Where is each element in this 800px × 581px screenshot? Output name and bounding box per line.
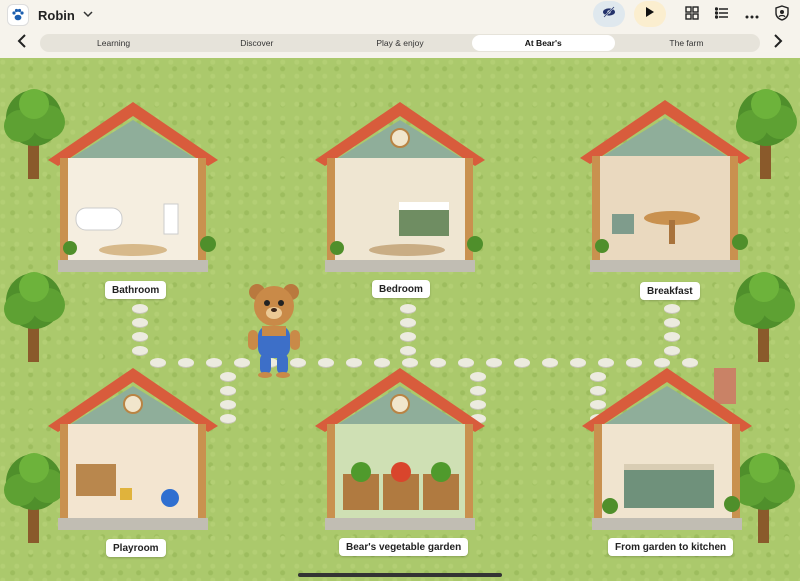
tab-the-farm[interactable]: The farm [615,35,758,51]
vegetable-garden-house[interactable] [307,364,493,534]
category-tabs: Learning Discover Play & enjoy At Bear's… [40,34,760,52]
stepping-stone [514,358,530,367]
top-bar: Robin Learning Discover Play & enjoy At … [0,0,800,58]
room-label-bathroom[interactable]: Bathroom [105,281,167,299]
stepping-stone [132,318,148,327]
garden-to-kitchen-house[interactable] [574,364,760,534]
tree-icon [0,265,70,365]
room-label-playroom[interactable]: Playroom [106,539,166,557]
stepping-stone [664,346,680,355]
stepping-stone [664,318,680,327]
room-label-garden-to-kitchen[interactable]: From garden to kitchen [608,538,734,556]
stepping-stone [400,304,416,313]
stepping-stone [664,304,680,313]
stepping-stone [542,358,558,367]
stepping-stone [132,304,148,313]
chevron-right-icon [773,33,783,53]
chevron-left-icon [17,33,27,53]
eye-slash-icon [602,5,616,23]
bathroom-house[interactable] [40,98,226,276]
tab-play-and-enjoy[interactable]: Play & enjoy [328,35,471,51]
chevron-down-icon [83,10,93,21]
play-icon [645,5,655,23]
next-tab-button[interactable] [770,33,786,53]
tab-learning[interactable]: Learning [42,35,185,51]
tab-discover[interactable]: Discover [185,35,328,51]
stepping-stone [664,332,680,341]
list-icon [714,6,729,24]
profile-switcher[interactable]: Robin [8,4,93,26]
previous-tab-button[interactable] [14,33,30,53]
list-view-button[interactable] [714,4,730,26]
shield-icon [775,4,789,26]
room-label-vegetable-garden[interactable]: Bear's vegetable garden [339,538,469,556]
more-button[interactable] [744,4,760,26]
play-button[interactable] [634,1,666,27]
room-label-breakfast[interactable]: Breakfast [640,282,700,300]
playroom-house[interactable] [40,364,226,534]
profile-name: Robin [38,7,75,23]
room-label-bedroom[interactable]: Bedroom [372,280,430,298]
parental-lock-button[interactable] [774,4,790,26]
breakfast-house[interactable] [572,96,758,276]
home-indicator[interactable] [298,573,502,577]
stepping-stone [400,332,416,341]
tree-icon [730,265,800,365]
stepping-stone [400,346,416,355]
stepping-stone [132,332,148,341]
bedroom-house[interactable] [307,98,493,276]
more-icon [745,6,759,24]
hide-button[interactable] [593,1,625,27]
bear-character[interactable] [244,282,304,378]
stepping-stone [132,346,148,355]
grid-icon [685,5,699,25]
paw-icon [8,5,28,25]
stepping-stone [400,318,416,327]
grid-view-button[interactable] [684,4,700,26]
tab-at-bears[interactable]: At Bear's [471,35,615,51]
